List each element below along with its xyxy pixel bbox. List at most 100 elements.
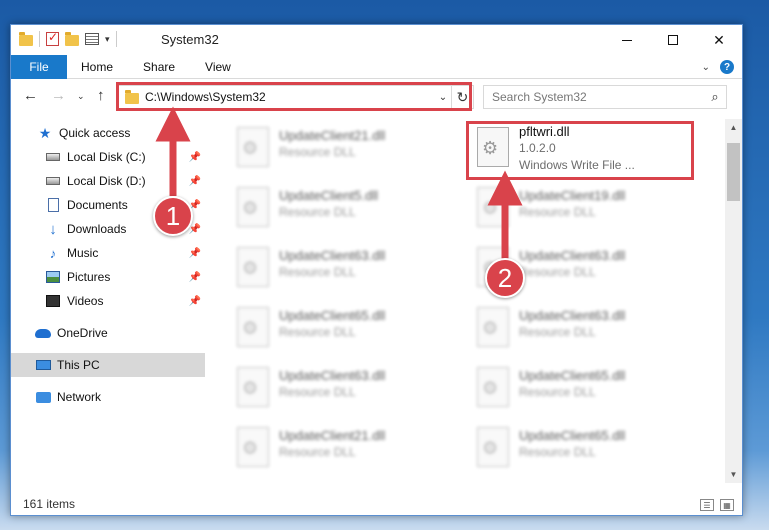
status-bar: 161 items ☰ ▦ bbox=[11, 493, 742, 515]
sidebar-item-label: Pictures bbox=[67, 270, 111, 284]
forward-arrow-icon[interactable]: → bbox=[51, 87, 66, 104]
file-item[interactable]: UpdateClient63.dll Resource DLL bbox=[223, 241, 443, 293]
dll-file-icon bbox=[237, 187, 269, 227]
view-options-icon[interactable] bbox=[85, 33, 99, 45]
sidebar-item-label: Network bbox=[57, 390, 102, 404]
file-name: UpdateClient65.dll bbox=[519, 368, 626, 383]
vertical-scrollbar[interactable]: ▲ ▼ bbox=[725, 119, 742, 483]
sidebar-item-label: Local Disk (C:) bbox=[67, 150, 146, 164]
expand-ribbon-chevron-icon[interactable]: ⌄ bbox=[702, 62, 710, 73]
close-button[interactable]: ✕ bbox=[696, 25, 742, 55]
file-type: Resource DLL bbox=[519, 265, 596, 279]
step-badge-2: 2 bbox=[485, 258, 525, 298]
search-placeholder[interactable]: Search System32 bbox=[492, 90, 704, 104]
ribbon-tabs: File Home Share View ⌄ ? bbox=[11, 54, 742, 79]
file-type: Resource DLL bbox=[279, 385, 356, 399]
sidebar-item-label: Documents bbox=[67, 198, 128, 212]
maximize-button[interactable] bbox=[650, 25, 696, 55]
minimize-icon bbox=[622, 39, 632, 41]
title-bar: ▾ System32 ✕ bbox=[11, 25, 742, 55]
folder-icon bbox=[19, 32, 33, 46]
drive-icon bbox=[45, 174, 61, 188]
dll-file-icon bbox=[237, 427, 269, 467]
sidebar-item-music[interactable]: ♪ Music 📌 bbox=[11, 241, 205, 265]
scroll-up-icon[interactable]: ▲ bbox=[725, 119, 742, 136]
sidebar-item-label: Downloads bbox=[67, 222, 127, 236]
file-name: UpdateClient63.dll bbox=[519, 248, 626, 263]
file-name: UpdateClient5.dll bbox=[279, 188, 379, 203]
file-item[interactable]: UpdateClient65.dll Resource DLL bbox=[463, 421, 683, 473]
quick-access-toolbar: ▾ bbox=[19, 30, 117, 47]
dll-file-icon bbox=[477, 367, 509, 407]
pin-icon[interactable]: 📌 bbox=[189, 176, 201, 187]
back-arrow-icon[interactable]: ← bbox=[23, 87, 38, 104]
tab-home[interactable]: Home bbox=[67, 60, 128, 74]
properties-check-icon[interactable] bbox=[46, 30, 59, 46]
file-item[interactable]: UpdateClient63.dll Resource DLL bbox=[223, 361, 443, 413]
file-type: Resource DLL bbox=[279, 445, 356, 459]
music-icon: ♪ bbox=[49, 245, 57, 261]
customize-dropdown-icon[interactable]: ▾ bbox=[105, 34, 110, 45]
file-name: UpdateClient63.dll bbox=[519, 308, 626, 323]
search-icon[interactable]: ⌕ bbox=[704, 89, 726, 105]
details-view-icon[interactable]: ☰ bbox=[700, 499, 714, 511]
file-name: UpdateClient63.dll bbox=[279, 248, 386, 263]
sidebar-item-onedrive[interactable]: OneDrive bbox=[11, 321, 205, 345]
address-bar-highlight bbox=[116, 82, 472, 111]
tab-share[interactable]: Share bbox=[128, 60, 190, 74]
pin-icon[interactable]: 📌 bbox=[189, 296, 201, 307]
separator bbox=[115, 31, 117, 47]
close-icon: ✕ bbox=[713, 31, 725, 48]
sidebar-item-local-disk-d[interactable]: Local Disk (D:) 📌 bbox=[11, 169, 205, 193]
file-item[interactable]: UpdateClient19.dll Resource DLL bbox=[463, 181, 683, 233]
sidebar-item-videos[interactable]: Videos 📌 bbox=[11, 289, 205, 313]
dll-file-icon bbox=[237, 367, 269, 407]
file-type: Resource DLL bbox=[279, 205, 356, 219]
file-name: UpdateClient63.dll bbox=[279, 368, 386, 383]
maximize-icon bbox=[668, 35, 678, 45]
sidebar-item-network[interactable]: Network bbox=[11, 385, 205, 409]
pin-icon[interactable]: 📌 bbox=[189, 152, 201, 163]
dll-file-icon bbox=[477, 427, 509, 467]
sidebar-item-local-disk-c[interactable]: Local Disk (C:) 📌 bbox=[11, 145, 205, 169]
file-name: UpdateClient21.dll bbox=[279, 428, 386, 443]
pictures-icon bbox=[45, 270, 61, 284]
help-icon[interactable]: ? bbox=[720, 60, 734, 74]
file-type: Resource DLL bbox=[279, 325, 356, 339]
document-icon bbox=[45, 198, 61, 212]
tab-view[interactable]: View bbox=[190, 60, 246, 74]
ribbon-right-controls: ⌄ ? bbox=[702, 60, 734, 74]
file-item[interactable]: UpdateClient5.dll Resource DLL bbox=[223, 181, 443, 233]
pin-icon[interactable]: 📌 bbox=[189, 272, 201, 283]
sidebar-item-label: Music bbox=[67, 246, 99, 260]
new-folder-icon[interactable] bbox=[65, 32, 79, 46]
sidebar-item-pictures[interactable]: Pictures 📌 bbox=[11, 265, 205, 289]
file-name: UpdateClient65.dll bbox=[519, 428, 626, 443]
sidebar-item-this-pc[interactable]: This PC bbox=[11, 353, 205, 377]
search-box[interactable]: Search System32 ⌕ bbox=[483, 85, 727, 109]
file-item[interactable]: UpdateClient21.dll Resource DLL bbox=[223, 421, 443, 473]
scrollbar-thumb[interactable] bbox=[727, 143, 740, 201]
drive-icon bbox=[45, 150, 61, 164]
step-badge-1: 1 bbox=[153, 196, 193, 236]
pin-icon[interactable]: 📌 bbox=[189, 248, 201, 259]
file-item[interactable]: UpdateClient63.dll Resource DLL bbox=[463, 301, 683, 353]
file-item[interactable]: UpdateClient65.dll Resource DLL bbox=[223, 301, 443, 353]
file-item[interactable]: UpdateClient65.dll Resource DLL bbox=[463, 361, 683, 413]
minimize-button[interactable] bbox=[604, 25, 650, 55]
download-icon: ↓ bbox=[49, 220, 57, 238]
sidebar-item-label: This PC bbox=[57, 358, 100, 372]
tab-file[interactable]: File bbox=[11, 54, 67, 79]
up-arrow-icon[interactable]: ↑ bbox=[97, 87, 105, 104]
sidebar-item-quick-access[interactable]: ★ Quick access bbox=[11, 121, 205, 145]
file-type: Resource DLL bbox=[279, 265, 356, 279]
file-item[interactable]: UpdateClient21.dll Resource DLL bbox=[223, 121, 443, 173]
sidebar-item-label: OneDrive bbox=[57, 326, 108, 340]
navigation-pane: ★ Quick access Local Disk (C:) 📌 Local D… bbox=[11, 119, 207, 479]
recent-locations-chevron-icon[interactable]: ⌄ bbox=[77, 91, 85, 102]
large-icons-view-icon[interactable]: ▦ bbox=[720, 499, 734, 511]
scroll-down-icon[interactable]: ▼ bbox=[725, 466, 742, 483]
file-name: UpdateClient21.dll bbox=[279, 128, 386, 143]
file-type: Resource DLL bbox=[519, 385, 596, 399]
file-name: UpdateClient65.dll bbox=[279, 308, 386, 323]
